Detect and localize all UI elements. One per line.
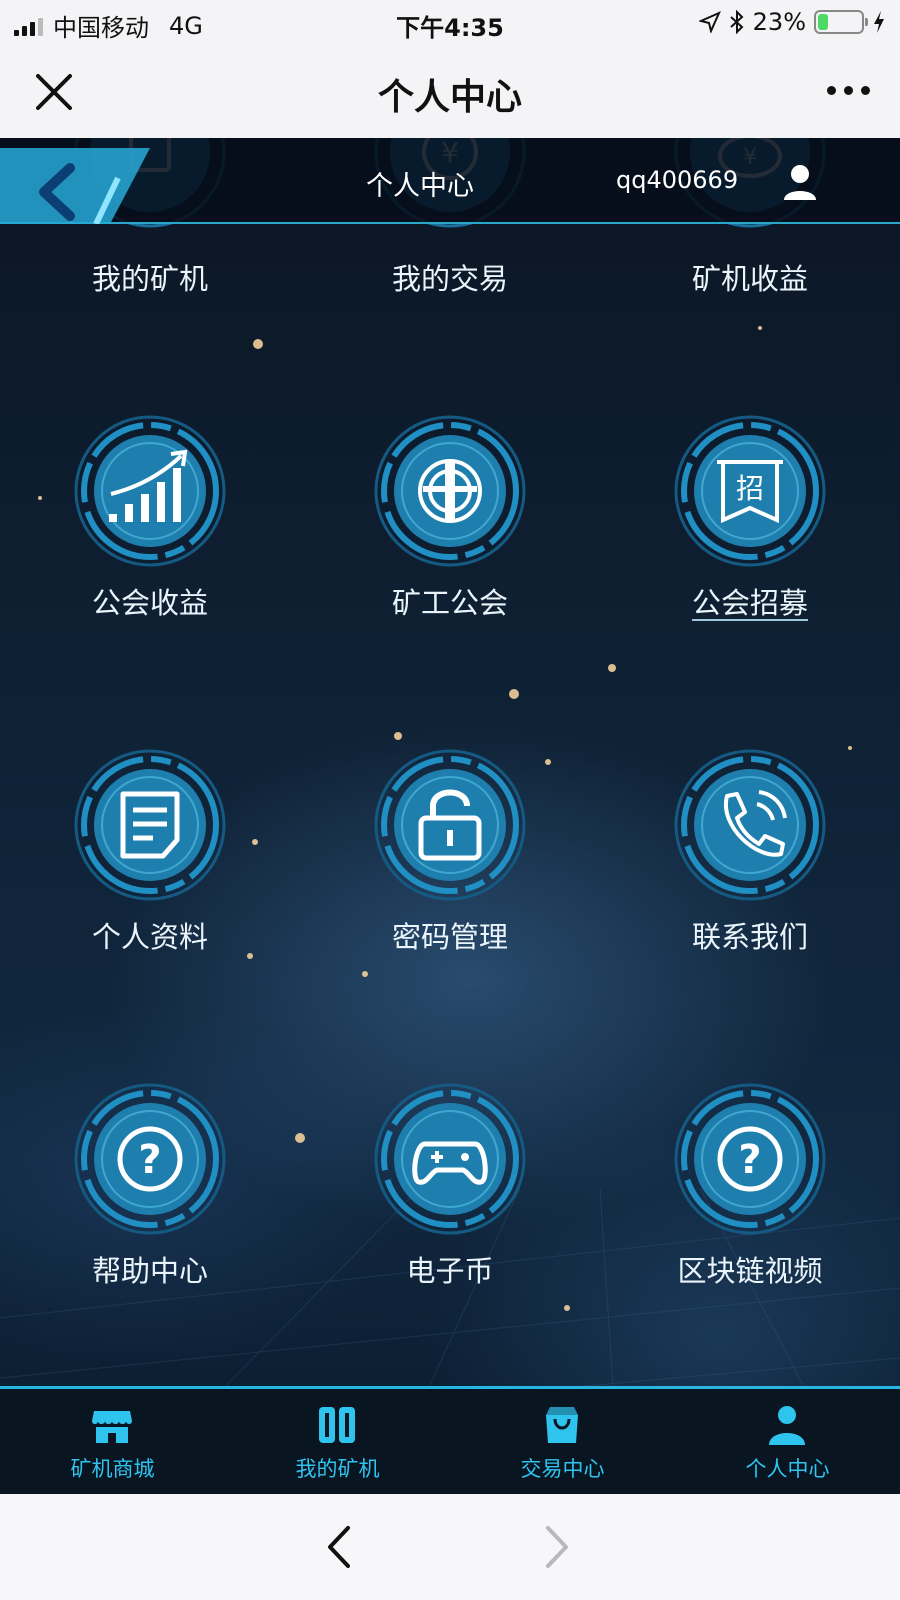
- menu-item-label: 公会招募: [691, 586, 808, 620]
- document-icon: [74, 749, 226, 901]
- top-item-label[interactable]: 我的矿机: [0, 256, 300, 298]
- battery-percent: 23%: [752, 8, 806, 36]
- store-icon: [92, 1411, 132, 1443]
- user-icon[interactable]: [780, 162, 820, 202]
- svg-text:?: ?: [738, 1137, 761, 1183]
- menu-item-guild-earnings[interactable]: 公会收益: [0, 414, 300, 674]
- tab-label: 我的矿机: [295, 1457, 380, 1481]
- tab-trade-center[interactable]: 交易中心: [450, 1389, 675, 1494]
- tab-label: 矿机商城: [70, 1457, 155, 1481]
- person-icon: [769, 1406, 805, 1445]
- union-emblem-icon: [374, 415, 526, 567]
- menu-item-label: 密码管理: [391, 920, 508, 954]
- chevron-right-icon[interactable]: [530, 1522, 580, 1572]
- menu-item-guild-recruit[interactable]: 招 公会招募: [600, 414, 900, 674]
- content-header: 个人中心 qq400669: [0, 138, 900, 224]
- menu-item-contact[interactable]: 联系我们: [600, 748, 900, 1008]
- gamepad-icon: [374, 1083, 526, 1235]
- menu-item-password[interactable]: 密码管理: [300, 748, 600, 1008]
- app-navbar: 个人中心: [0, 46, 900, 138]
- menu-item-label: 个人资料: [91, 920, 208, 954]
- svg-text:?: ?: [138, 1137, 161, 1183]
- phone-icon: [674, 749, 826, 901]
- battery-icon: [814, 10, 868, 34]
- menu-item-miner-guild[interactable]: 矿工公会: [300, 414, 600, 674]
- page-title: 个人中心: [377, 77, 522, 118]
- menu-item-label: 公会收益: [91, 586, 208, 620]
- question-icon: ?: [674, 1083, 826, 1235]
- username: qq400669: [616, 166, 739, 194]
- menu-item-profile[interactable]: 个人资料: [0, 748, 300, 1008]
- question-icon: ?: [74, 1083, 226, 1235]
- location-icon: [698, 11, 721, 33]
- chevron-left-icon[interactable]: [316, 1522, 366, 1572]
- top-item-label[interactable]: 矿机收益: [600, 256, 900, 298]
- tab-store[interactable]: 矿机商城: [0, 1389, 225, 1494]
- menu-item-label: 电子币: [406, 1254, 494, 1288]
- tab-label: 交易中心: [520, 1457, 605, 1481]
- svg-text:招: 招: [736, 472, 764, 505]
- top-item-label[interactable]: 我的交易: [300, 256, 600, 298]
- menu-item-blockchain-video[interactable]: ? 区块链视频: [600, 1082, 900, 1342]
- back-arrow-icon[interactable]: [0, 138, 160, 224]
- web-content: ¥ ¥ 个人中心 qq400669 我的矿机 我的交易 矿机收益 公会收益: [0, 138, 900, 1494]
- charging-icon: [874, 11, 884, 33]
- menu-item-label: 区块链视频: [677, 1254, 823, 1288]
- tab-label: 个人中心: [745, 1457, 830, 1481]
- menu-item-ecoin[interactable]: 电子币: [300, 1082, 600, 1342]
- status-bar: 中国移动 4G 下午4:35 23%: [0, 0, 900, 46]
- menu-item-label: 矿工公会: [391, 586, 508, 620]
- tab-personal-center[interactable]: 个人中心: [675, 1389, 900, 1494]
- tab-my-machines[interactable]: 我的矿机: [225, 1389, 450, 1494]
- browser-toolbar: [0, 1494, 900, 1600]
- bluetooth-icon: [729, 10, 744, 34]
- header-title: 个人中心: [366, 171, 474, 202]
- machine-icon: [319, 1407, 355, 1443]
- bottom-tabbar: 矿机商城 我的矿机 交易中心 个人中心: [0, 1386, 900, 1494]
- lock-icon: [374, 749, 526, 901]
- more-icon[interactable]: [827, 86, 870, 95]
- menu-item-label: 联系我们: [691, 920, 808, 954]
- menu-item-help[interactable]: ? 帮助中心: [0, 1082, 300, 1342]
- recruit-banner-icon: 招: [674, 415, 826, 567]
- growth-chart-icon: [74, 415, 226, 567]
- shopping-bag-icon: [546, 1407, 578, 1443]
- menu-item-label: 帮助中心: [91, 1254, 208, 1288]
